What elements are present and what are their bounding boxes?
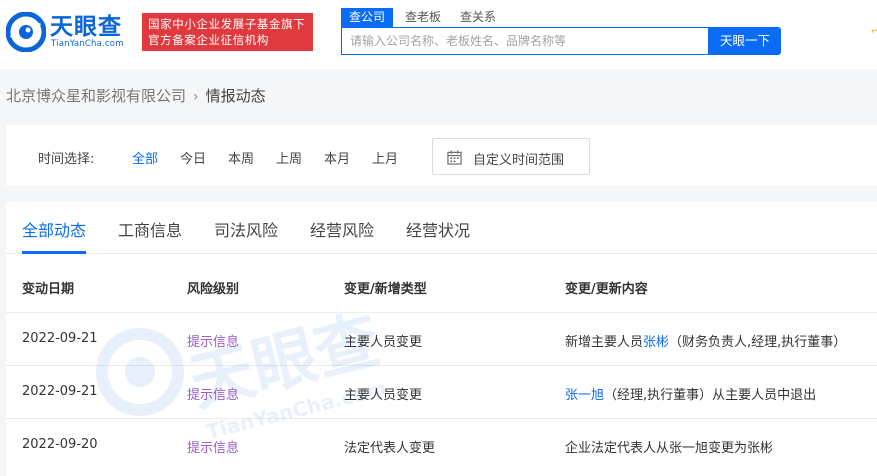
time-filter-bar: 时间选择: 全部 今日 本周 上周 本月 上月 自定义时间范围 [6, 125, 877, 186]
logo-domain: TianYanCha.com [51, 39, 124, 49]
column-header-date: 变动日期 [22, 282, 75, 297]
content-text: （经理,执行董事）从主要人员中退出 [604, 388, 817, 403]
active-tab-indicator [22, 251, 86, 254]
calendar-icon [447, 150, 462, 165]
chevron-right-icon: › [193, 89, 199, 105]
certification-badge: 国家中小企业发展子基金旗下 官方备案企业征信机构 [142, 13, 313, 51]
logo-name: 天眼查 [50, 14, 122, 40]
site-logo[interactable]: 天眼查 TianYanCha.com [6, 12, 132, 52]
person-link[interactable]: 张一旭 [565, 388, 604, 403]
column-header-type: 变更/新增类型 [344, 282, 427, 297]
tab-operating-status[interactable]: 经营状况 [406, 217, 470, 241]
content-text: 企业法定代表人从张一旭变更为张彬 [565, 441, 774, 456]
cell-date: 2022-09-20 [22, 437, 98, 452]
cell-change-type: 主要人员变更 [344, 388, 423, 403]
time-option-this-month[interactable]: 本月 [324, 148, 350, 167]
edge-marker-icon: ⌐ [871, 26, 877, 37]
tianyancha-eye-logo-icon [6, 12, 46, 52]
category-tabs: 全部动态 工商信息 司法风险 经营风险 经营状况 [6, 202, 877, 254]
table-row: 2022-09-21 提示信息 主要人员变更 张一旭（经理,执行董事）从主要人员… [6, 365, 877, 418]
search-tab-boss[interactable]: 查老板 [405, 8, 441, 27]
custom-range-label: 自定义时间范围 [473, 153, 565, 168]
cell-change-content: 张一旭（经理,执行董事）从主要人员中退出 [565, 384, 816, 403]
cell-risk-level: 提示信息 [187, 388, 240, 403]
tab-all-news[interactable]: 全部动态 [22, 217, 86, 241]
table-header: 变动日期 风险级别 变更/新增类型 变更/更新内容 [6, 255, 877, 313]
search-button[interactable]: 天眼一下 [709, 27, 781, 55]
badge-line-1: 国家中小企业发展子基金旗下 [148, 17, 306, 31]
time-option-today[interactable]: 今日 [180, 148, 206, 167]
cell-change-content: 新增主要人员张彬（财务负责人,经理,执行董事） [565, 331, 846, 350]
time-option-all[interactable]: 全部 [132, 148, 158, 167]
search-input[interactable] [342, 28, 708, 54]
search-tab-relation[interactable]: 查关系 [460, 8, 496, 27]
cell-change-type: 主要人员变更 [344, 335, 423, 350]
news-panel: 全部动态 工商信息 司法风险 经营风险 经营状况 变动日期 风险级别 变更/新增… [6, 202, 877, 476]
table-row: 2022-09-20 提示信息 法定代表人变更 企业法定代表人从张一旭变更为张彬 [6, 418, 877, 471]
breadcrumb-current: 情报动态 [205, 87, 266, 105]
person-link[interactable]: 张彬 [643, 335, 669, 350]
top-header: 天眼查 TianYanCha.com 国家中小企业发展子基金旗下 官方备案企业征… [0, 0, 877, 69]
column-header-risk: 风险级别 [187, 282, 240, 297]
time-option-last-month[interactable]: 上月 [372, 148, 398, 167]
tab-judicial-risk[interactable]: 司法风险 [214, 217, 278, 241]
cell-change-content: 企业法定代表人从张一旭变更为张彬 [565, 437, 773, 456]
search-box [341, 27, 709, 55]
cell-risk-level: 提示信息 [187, 335, 240, 350]
content-text: （财务负责人,经理,执行董事） [669, 335, 847, 350]
time-option-last-week[interactable]: 上周 [276, 148, 302, 167]
content-text: 新增主要人员 [565, 335, 644, 350]
tab-business-info[interactable]: 工商信息 [118, 217, 182, 241]
badge-line-2: 官方备案企业征信机构 [148, 33, 269, 47]
time-option-this-week[interactable]: 本周 [228, 148, 254, 167]
search-tab-company[interactable]: 查公司 [341, 8, 394, 27]
time-filter-label: 时间选择: [38, 152, 95, 167]
tab-operational-risk[interactable]: 经营风险 [310, 217, 374, 241]
cell-risk-level: 提示信息 [187, 441, 240, 456]
table-row: 2022-09-21 提示信息 主要人员变更 新增主要人员张彬（财务负责人,经理… [6, 312, 877, 365]
cell-date: 2022-09-21 [22, 331, 98, 346]
custom-range-button[interactable]: 自定义时间范围 [432, 138, 590, 175]
breadcrumb: 北京博众星和影视有限公司 › 情报动态 [6, 86, 266, 107]
cell-change-type: 法定代表人变更 [344, 441, 436, 456]
breadcrumb-company-link[interactable]: 北京博众星和影视有限公司 [6, 87, 186, 105]
column-header-content: 变更/更新内容 [565, 282, 648, 297]
cell-date: 2022-09-21 [22, 384, 98, 399]
